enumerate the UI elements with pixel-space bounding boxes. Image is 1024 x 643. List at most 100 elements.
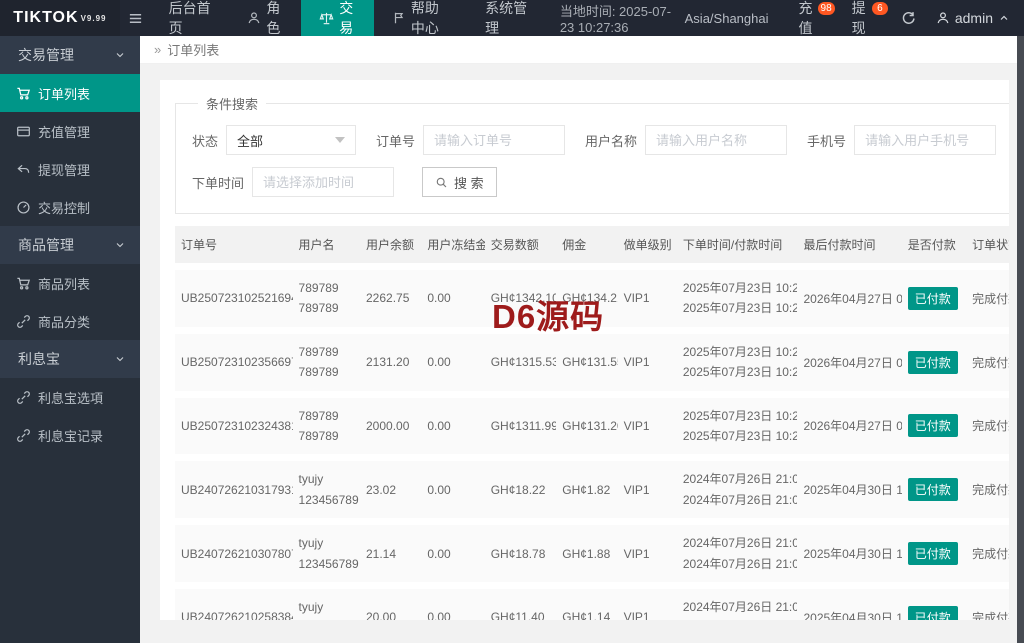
sidebar-item[interactable]: 商品列表 <box>0 264 140 302</box>
paid-badge: 已付款 <box>907 478 958 502</box>
sidebar-group-label: 商品管理 <box>18 237 74 253</box>
card-icon <box>16 124 31 139</box>
sidebar-item[interactable]: 订单列表 <box>0 74 140 112</box>
pay-time: 2024年07月26日 21:03:12 <box>682 556 798 571</box>
cell-last-pay-time: 2025年04月30日 15:43:07 <box>803 547 901 562</box>
cell-amount: GH¢11.40 <box>490 610 545 620</box>
column-header: 订单号 <box>175 226 293 267</box>
cell-paid: 已付款 <box>902 330 966 394</box>
top-nav-item[interactable]: 帮助中心 <box>374 0 467 36</box>
reply-icon <box>16 162 31 177</box>
cell-user: 789789 789789 <box>293 330 360 394</box>
top-nav-item-label: 系统管理 <box>485 0 528 36</box>
order-time-input[interactable] <box>252 167 395 197</box>
cell-last-pay-time: 2026年04月27日 05:03:56 <box>803 355 901 370</box>
paid-badge: 已付款 <box>907 605 958 620</box>
user-name: tyujy <box>298 536 324 551</box>
scales-icon <box>319 11 334 26</box>
status-select-value: 全部 <box>237 133 264 149</box>
pay-time: 2025年07月23日 10:25:24 <box>682 301 798 316</box>
paid-badge: 已付款 <box>907 286 958 310</box>
cell-amount: GH¢18.22 <box>490 482 546 497</box>
cell-amount: GH¢1342.10 <box>490 291 557 306</box>
cell-order-no: UB2407262103078075 <box>181 546 293 561</box>
sidebar-item-label: 充值管理 <box>38 124 91 140</box>
local-time: 当地时间: 2025-07-23 10:27:36 Asia/Shanghai <box>559 4 769 35</box>
sidebar-group-label: 交易管理 <box>18 47 74 63</box>
content: 条件搜索 状态 全部 订单号 用户名称 手机号 下单时间 <box>140 64 1017 620</box>
top-bar: TIKTOK V9.99 后台首页 角色 交易 帮助中心 系统管理 当地时间: 2025… <box>0 0 1024 36</box>
cell-order-no: UB2507231023243811 <box>181 418 293 433</box>
sidebar-item-label: 利息宝选項 <box>38 390 104 406</box>
username-input[interactable] <box>645 125 788 155</box>
user-id: 123456789 <box>298 556 359 571</box>
cell-frozen: 0.00 <box>427 546 451 561</box>
breadcrumb-separator-icon: » <box>154 42 162 57</box>
sidebar-item[interactable]: 商品分类 <box>0 302 140 340</box>
vertical-scrollbar[interactable] <box>1017 36 1024 643</box>
sidebar-item[interactable]: 交易控制 <box>0 188 140 226</box>
top-nav-item[interactable]: 后台首页 <box>151 0 230 36</box>
cell-order-no: UB2507231025216948 <box>181 291 293 306</box>
cell-status: 完成付款 <box>972 419 1009 434</box>
cell-order-no: UB2507231023566971 <box>181 355 293 370</box>
sidebar-collapse-icon[interactable] <box>120 0 151 36</box>
user-name: 789789 <box>298 344 339 359</box>
order-no-input[interactable] <box>423 125 566 155</box>
user-id: 789789 <box>298 365 339 380</box>
orders-table-wrap: 订单号用户名用户余额用户冻结金额交易数额佣金做单级别下单时间/付款时间最后付款时… <box>175 226 1009 620</box>
recharge-button[interactable]: 充值 98 <box>782 0 835 36</box>
chevron-down-icon <box>114 49 126 61</box>
sidebar-item[interactable]: 利息宝记录 <box>0 416 140 454</box>
app-version: V9.99 <box>80 13 107 23</box>
cell-order-pay-time: 2025年07月23日 10:25:21 2025年07月23日 10:25:24 <box>677 267 798 331</box>
user-name: tyujy <box>298 599 324 614</box>
sidebar-item-label: 商品列表 <box>38 276 91 292</box>
pay-time: 2025年07月23日 10:23:27 <box>682 428 798 443</box>
cell-amount: GH¢1315.53 <box>490 355 557 370</box>
admin-name: admin <box>954 10 993 26</box>
admin-menu[interactable]: admin <box>928 0 1024 36</box>
top-nav-item[interactable]: 角色 <box>229 0 301 36</box>
cell-balance: 23.02 <box>366 482 397 497</box>
sidebar-group-header[interactable]: 交易管理 <box>0 36 140 74</box>
sidebar-item[interactable]: 充值管理 <box>0 112 140 150</box>
cell-order-pay-time: 2024年07月26日 21:03:17 2024年07月26日 21:03:19 <box>677 458 798 522</box>
cell-commission: GH¢134.21 <box>562 291 618 306</box>
status-select[interactable]: 全部 <box>226 125 357 155</box>
sidebar-group-header[interactable]: 利息宝 <box>0 340 140 378</box>
table-row: UB2407262103179314 tyujy 123456789 23.02 0.0… <box>175 457 1009 522</box>
search-panel-title: 条件搜索 <box>206 97 259 112</box>
cell-paid: 已付款 <box>902 267 966 331</box>
top-nav-item-label: 后台首页 <box>168 0 211 36</box>
pay-time: 2024年07月26日 21:03:19 <box>682 492 798 507</box>
cell-level: VIP1 <box>623 355 650 370</box>
sidebar-group-label: 利息宝 <box>18 351 60 367</box>
sidebar-item[interactable]: 提现管理 <box>0 150 140 188</box>
search-button[interactable]: 搜 索 <box>422 167 497 197</box>
cell-last-pay-time: 2025年04月30日 15:42:58 <box>803 610 901 620</box>
sidebar-group-header[interactable]: 商品管理 <box>0 226 140 264</box>
cell-order-pay-time: 2025年07月23日 10:23:56 2025年07月23日 10:24:04 <box>677 330 798 394</box>
chevron-down-icon <box>114 353 126 365</box>
cell-order-pay-time: 2024年07月26日 21:03:07 2024年07月26日 21:03:12 <box>677 522 798 586</box>
sidebar-item-label: 提现管理 <box>38 162 91 178</box>
username-label: 用户名称 <box>585 133 638 149</box>
recharge-count-badge: 98 <box>817 2 835 15</box>
phone-input[interactable] <box>854 125 997 155</box>
cell-level: VIP1 <box>623 418 650 433</box>
cell-paid: 已付款 <box>902 522 966 586</box>
withdraw-button[interactable]: 提现 6 <box>836 0 889 36</box>
cell-level: VIP1 <box>623 291 650 306</box>
top-nav-item[interactable]: 交易 <box>301 0 374 36</box>
order-time: 2024年07月26日 21:03:07 <box>682 536 798 551</box>
sidebar-item[interactable]: 利息宝选項 <box>0 378 140 416</box>
order-time: 2025年07月23日 10:23:56 <box>682 344 798 359</box>
top-nav-item[interactable]: 系统管理 <box>467 0 546 36</box>
refresh-icon[interactable] <box>889 0 928 36</box>
status-label: 状态 <box>192 133 219 149</box>
order-time: 2024年07月26日 21:02:58 <box>682 599 798 614</box>
table-header-row: 订单号用户名用户余额用户冻结金额交易数额佣金做单级别下单时间/付款时间最后付款时… <box>175 226 1009 267</box>
table-row: UB2407262103078075 tyujy 123456789 21.14 0.0… <box>175 521 1009 586</box>
cell-commission: GH¢1.14 <box>562 610 611 620</box>
